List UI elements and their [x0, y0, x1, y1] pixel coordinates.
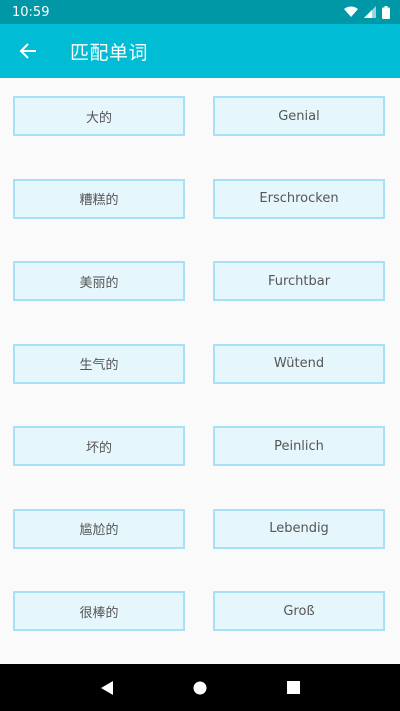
word-card-chinese[interactable]: 美丽的 [13, 261, 185, 301]
pair-row: 很棒的 Groß [0, 573, 400, 656]
app-bar: 匹配单词 [0, 24, 400, 78]
wifi-icon [344, 6, 358, 17]
nav-home-button[interactable] [188, 676, 212, 700]
battery-icon [382, 5, 390, 19]
status-bar: 10:59 [0, 0, 400, 24]
pair-row: 大的 Genial [0, 78, 400, 161]
word-card-german[interactable]: Wütend [213, 343, 385, 384]
word-card-chinese[interactable]: 生气的 [13, 343, 185, 384]
word-card-chinese[interactable]: 坏的 [13, 426, 185, 466]
word-card-german[interactable]: Furchtbar [213, 261, 385, 301]
word-card-chinese[interactable]: 尴尬的 [13, 508, 185, 549]
word-card-german[interactable]: Peinlich [213, 426, 385, 466]
nav-recents-button[interactable] [281, 676, 305, 700]
word-card-german[interactable]: Genial [213, 96, 385, 136]
match-grid: 大的 Genial 糟糕的 Erschrocken 美丽的 Furchtbar … [0, 78, 400, 656]
word-card-german[interactable]: Erschrocken [213, 178, 385, 219]
word-card-chinese[interactable]: 大的 [13, 96, 185, 136]
word-card-chinese[interactable]: 糟糕的 [13, 178, 185, 219]
pair-row: 生气的 Wütend [0, 326, 400, 409]
word-card-german[interactable]: Lebendig [213, 508, 385, 549]
signal-icon [364, 6, 376, 18]
square-recents-icon [286, 681, 300, 694]
pair-row: 糟糕的 Erschrocken [0, 161, 400, 244]
status-time: 10:59 [12, 4, 50, 20]
word-card-german[interactable]: Groß [213, 591, 385, 631]
arrow-left-icon [19, 43, 36, 59]
pair-row: 美丽的 Furchtbar [0, 243, 400, 326]
nav-back-button[interactable] [95, 676, 119, 700]
system-nav-bar [0, 664, 400, 711]
back-button[interactable] [16, 39, 40, 63]
page-title: 匹配单词 [70, 41, 149, 64]
circle-home-icon [193, 681, 207, 694]
triangle-back-icon [100, 680, 113, 695]
pair-row: 尴尬的 Lebendig [0, 491, 400, 574]
pair-row: 坏的 Peinlich [0, 408, 400, 491]
status-icons [344, 5, 390, 19]
word-card-chinese[interactable]: 很棒的 [13, 591, 185, 631]
